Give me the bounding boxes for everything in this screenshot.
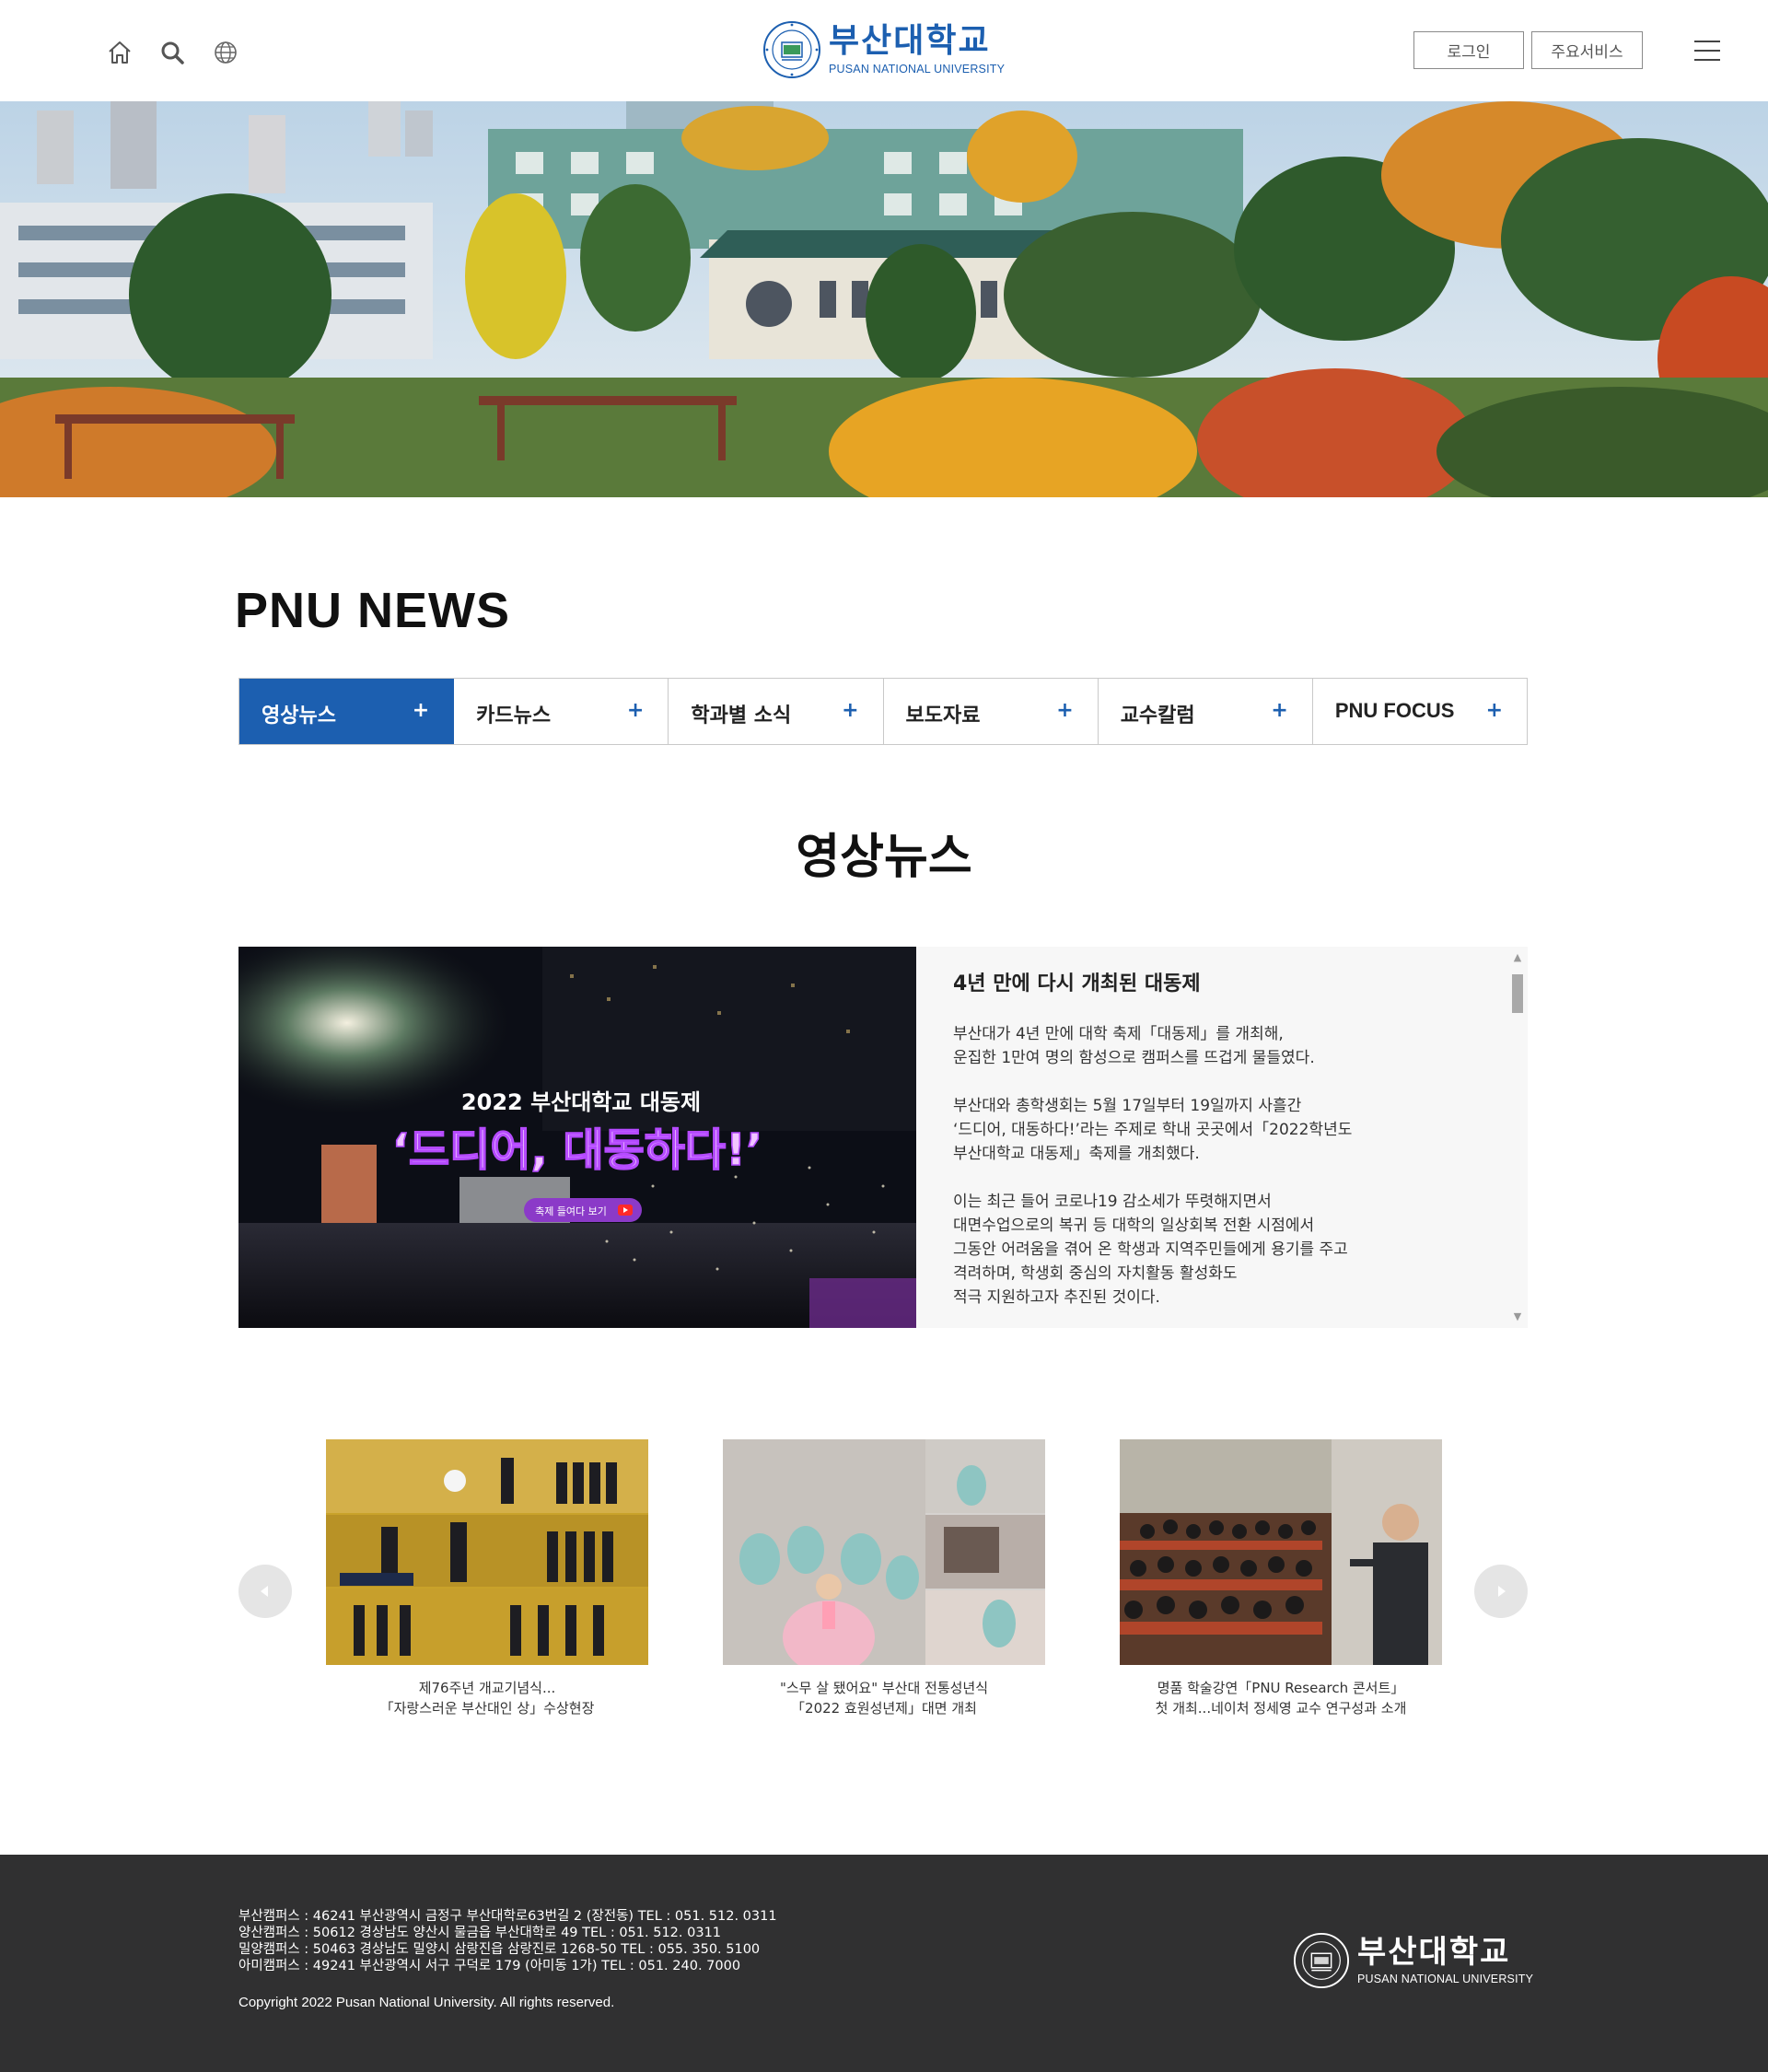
- campus-hero-image: [0, 101, 1768, 497]
- logo-korean-text: 부산대학교: [829, 21, 991, 60]
- plus-icon: +: [1485, 699, 1504, 722]
- site-header: 부산대학교 PUSAN NATIONAL UNIVERSITY 로그인 주요서비…: [0, 0, 1768, 101]
- coming-of-age-thumbnail: [723, 1439, 1045, 1665]
- feature-paragraph: 이는 최근 들어 코로나19 감소세가 뚜렷해지면서 대면수업으로의 복귀 등 …: [953, 1193, 1348, 1307]
- feature-text: 4년 만에 다시 개최된 대동제 부산대가 4년 만에 대학 축제「대동제」를 …: [953, 967, 1496, 1333]
- address-line: 밀양캠퍼스 : 50463 경상남도 밀양시 삼랑진읍 삼랑진로 1268-50…: [238, 1942, 761, 1957]
- tab-professor-column[interactable]: 교수칼럼 +: [1098, 679, 1313, 744]
- tab-label: 보도자료: [905, 704, 981, 728]
- scrollbar-thumb[interactable]: [1512, 974, 1523, 1013]
- ceremony-thumbnail: [326, 1439, 648, 1665]
- plus-icon: +: [626, 699, 645, 722]
- chevron-left-icon: [261, 1586, 268, 1597]
- chevron-right-icon: [1498, 1586, 1506, 1597]
- tab-label: 교수칼럼: [1120, 704, 1195, 728]
- featured-video-news: 2022 부산대학교 대동제 ‘드디어, 대동하다!’ 축제 들여다 보기 4년…: [238, 947, 1528, 1328]
- site-footer: 부산캠퍼스 : 46241 부산광역시 금정구 부산대학로63번길 2 (장전동…: [0, 1855, 1768, 2072]
- tab-press-releases[interactable]: 보도자료 +: [883, 679, 1099, 744]
- card-caption: "스무 살 됐어요" 부산대 전통성년식 「2022 효원성년제」대면 개최: [723, 1678, 1045, 1718]
- footer-logo-english-text: PUSAN NATIONAL UNIVERSITY: [1357, 1972, 1534, 1985]
- video-title-line2: ‘드디어, 대동하다!’: [392, 1124, 762, 1176]
- news-card[interactable]: "스무 살 됐어요" 부산대 전통성년식 「2022 효원성년제」대면 개최: [723, 1439, 1045, 1718]
- university-seal-icon: [1293, 1932, 1350, 1989]
- plus-icon: +: [412, 699, 430, 722]
- content-title: 영상뉴스: [796, 830, 972, 885]
- search-icon[interactable]: [158, 39, 186, 66]
- tab-label: 영상뉴스: [262, 704, 336, 728]
- card-caption-line: 제76주년 개교기념식...: [418, 1680, 556, 1696]
- news-card[interactable]: 명품 학술강연「PNU Research 콘서트」 첫 개최...네이처 정세영…: [1120, 1439, 1442, 1718]
- logo-english-text: PUSAN NATIONAL UNIVERSITY: [829, 62, 1006, 76]
- feature-paragraph: 부산대가 4년 만에 대학 축제「대동제」를 개최해, 운집한 1만여 명의 함…: [953, 1025, 1315, 1067]
- festival-watch-label: 축제 들여다 보기: [535, 1205, 607, 1217]
- login-button[interactable]: 로그인: [1413, 31, 1524, 69]
- footer-logo-korean-text: 부산대학교: [1357, 1933, 1511, 1971]
- section-title: PNU NEWS: [235, 583, 511, 638]
- address-line: 부산캠퍼스 : 46241 부산광역시 금정구 부산대학로63번길 2 (장전동…: [238, 1909, 777, 1924]
- university-seal-icon: [763, 21, 820, 78]
- campus-addresses: 부산캠퍼스 : 46241 부산광역시 금정구 부산대학로63번길 2 (장전동…: [238, 1908, 777, 1974]
- card-caption: 제76주년 개교기념식... 「자랑스러운 부산대인 상」수상현장: [326, 1678, 648, 1718]
- card-caption-line: 명품 학술강연「PNU Research 콘서트」: [1157, 1680, 1405, 1696]
- feature-heading: 4년 만에 다시 개최된 대동제: [953, 972, 1201, 995]
- plus-icon: +: [842, 699, 859, 722]
- tab-label: PNU FOCUS: [1334, 699, 1455, 722]
- globe-icon[interactable]: [212, 39, 239, 66]
- copyright: Copyright 2022 Pusan National University…: [238, 1995, 615, 2010]
- festival-video-thumbnail[interactable]: 2022 부산대학교 대동제 ‘드디어, 대동하다!’ 축제 들여다 보기: [238, 947, 916, 1328]
- research-concert-thumbnail: [1120, 1439, 1442, 1665]
- card-caption-line: 「자랑스러운 부산대인 상」수상현장: [379, 1700, 595, 1717]
- card-caption: 명품 학술강연「PNU Research 콘서트」 첫 개최...네이처 정세영…: [1120, 1678, 1442, 1718]
- tab-label: 카드뉴스: [476, 704, 552, 728]
- university-logo[interactable]: 부산대학교 PUSAN NATIONAL UNIVERSITY: [762, 20, 1005, 79]
- carousel-prev-button[interactable]: [238, 1565, 292, 1618]
- tab-pnu-focus[interactable]: PNU FOCUS +: [1312, 679, 1528, 744]
- video-title-line1: 2022 부산대학교 대동제: [461, 1089, 701, 1115]
- card-caption-line: "스무 살 됐어요" 부산대 전통성년식: [779, 1680, 989, 1696]
- home-icon[interactable]: [106, 39, 134, 66]
- feature-paragraph: 부산대와 총학생회는 5월 17일부터 19일까지 사흘간 ‘드디어, 대동하다…: [953, 1097, 1353, 1163]
- card-caption-line: 첫 개최...네이처 정세영 교수 연구성과 소개: [1155, 1700, 1407, 1717]
- address-line: 양산캠퍼스 : 50612 경상남도 양산시 물금읍 부산대학로 49 TEL …: [238, 1926, 722, 1940]
- carousel-next-button[interactable]: [1474, 1565, 1528, 1618]
- tab-card-news[interactable]: 카드뉴스 +: [454, 679, 669, 744]
- news-card[interactable]: 제76주년 개교기념식... 「자랑스러운 부산대인 상」수상현장: [326, 1439, 648, 1718]
- card-caption-line: 「2022 효원성년제」대면 개최: [791, 1700, 977, 1717]
- main-services-button[interactable]: 주요서비스: [1531, 31, 1643, 69]
- scroll-up-arrow-icon[interactable]: ▲: [1512, 952, 1523, 963]
- plus-icon: +: [1271, 699, 1288, 722]
- address-line: 아미캠퍼스 : 49241 부산광역시 서구 구덕로 179 (아미동 1가) …: [238, 1959, 741, 1973]
- feature-scrollbar[interactable]: ▲ ▼: [1509, 949, 1526, 1326]
- tab-department-news[interactable]: 학과별 소식 +: [669, 679, 884, 744]
- plus-icon: +: [1056, 699, 1074, 722]
- hamburger-menu-icon[interactable]: [1694, 41, 1720, 61]
- tab-label: 학과별 소식: [691, 704, 792, 728]
- news-tabs: 영상뉴스 + 카드뉴스 + 학과별 소식 + 보도자료 + 교수칼럼 + PNU…: [238, 678, 1528, 745]
- tab-video-news[interactable]: 영상뉴스 +: [239, 679, 455, 744]
- scroll-down-arrow-icon[interactable]: ▼: [1512, 1311, 1523, 1322]
- footer-logo[interactable]: 부산대학교 PUSAN NATIONAL UNIVERSITY: [1293, 1932, 1533, 1989]
